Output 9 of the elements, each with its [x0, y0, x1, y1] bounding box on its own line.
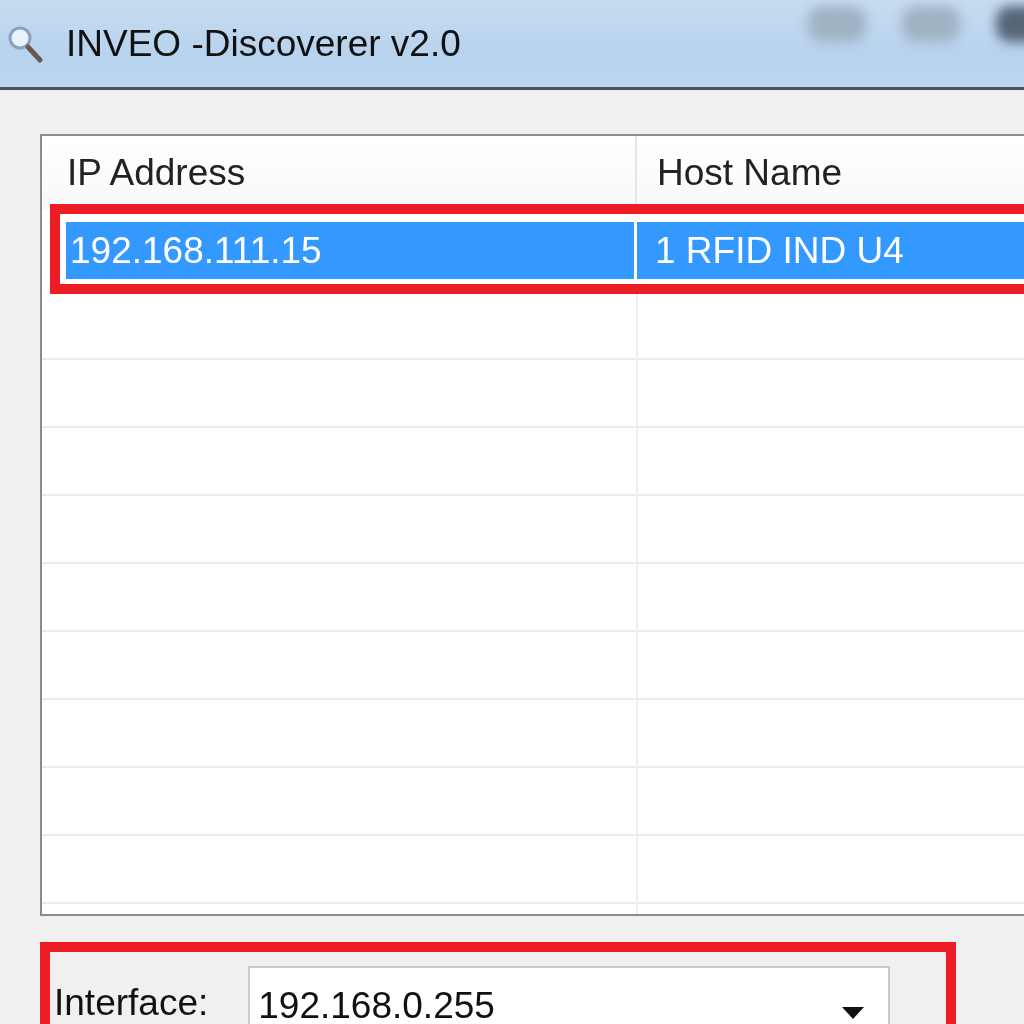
device-list[interactable]: IP Address Host Name 192.168.111.15 1 RFID IND U4 — [40, 134, 1024, 916]
table-cell-text: 1 RFID IND U4 — [654, 228, 905, 273]
table-cell: 192.168.111.15 — [66, 222, 637, 279]
dropdown-arrow-icon — [842, 1007, 865, 1019]
window-title: INVEO -Discoverer v2.0 — [66, 22, 461, 65]
interface-dropdown[interactable]: 192.168.0.255 — [248, 966, 891, 1024]
column-header[interactable]: Host Name — [637, 136, 1024, 210]
field-label: Interface: — [54, 982, 209, 1024]
column-header[interactable]: IP Address — [42, 136, 637, 210]
